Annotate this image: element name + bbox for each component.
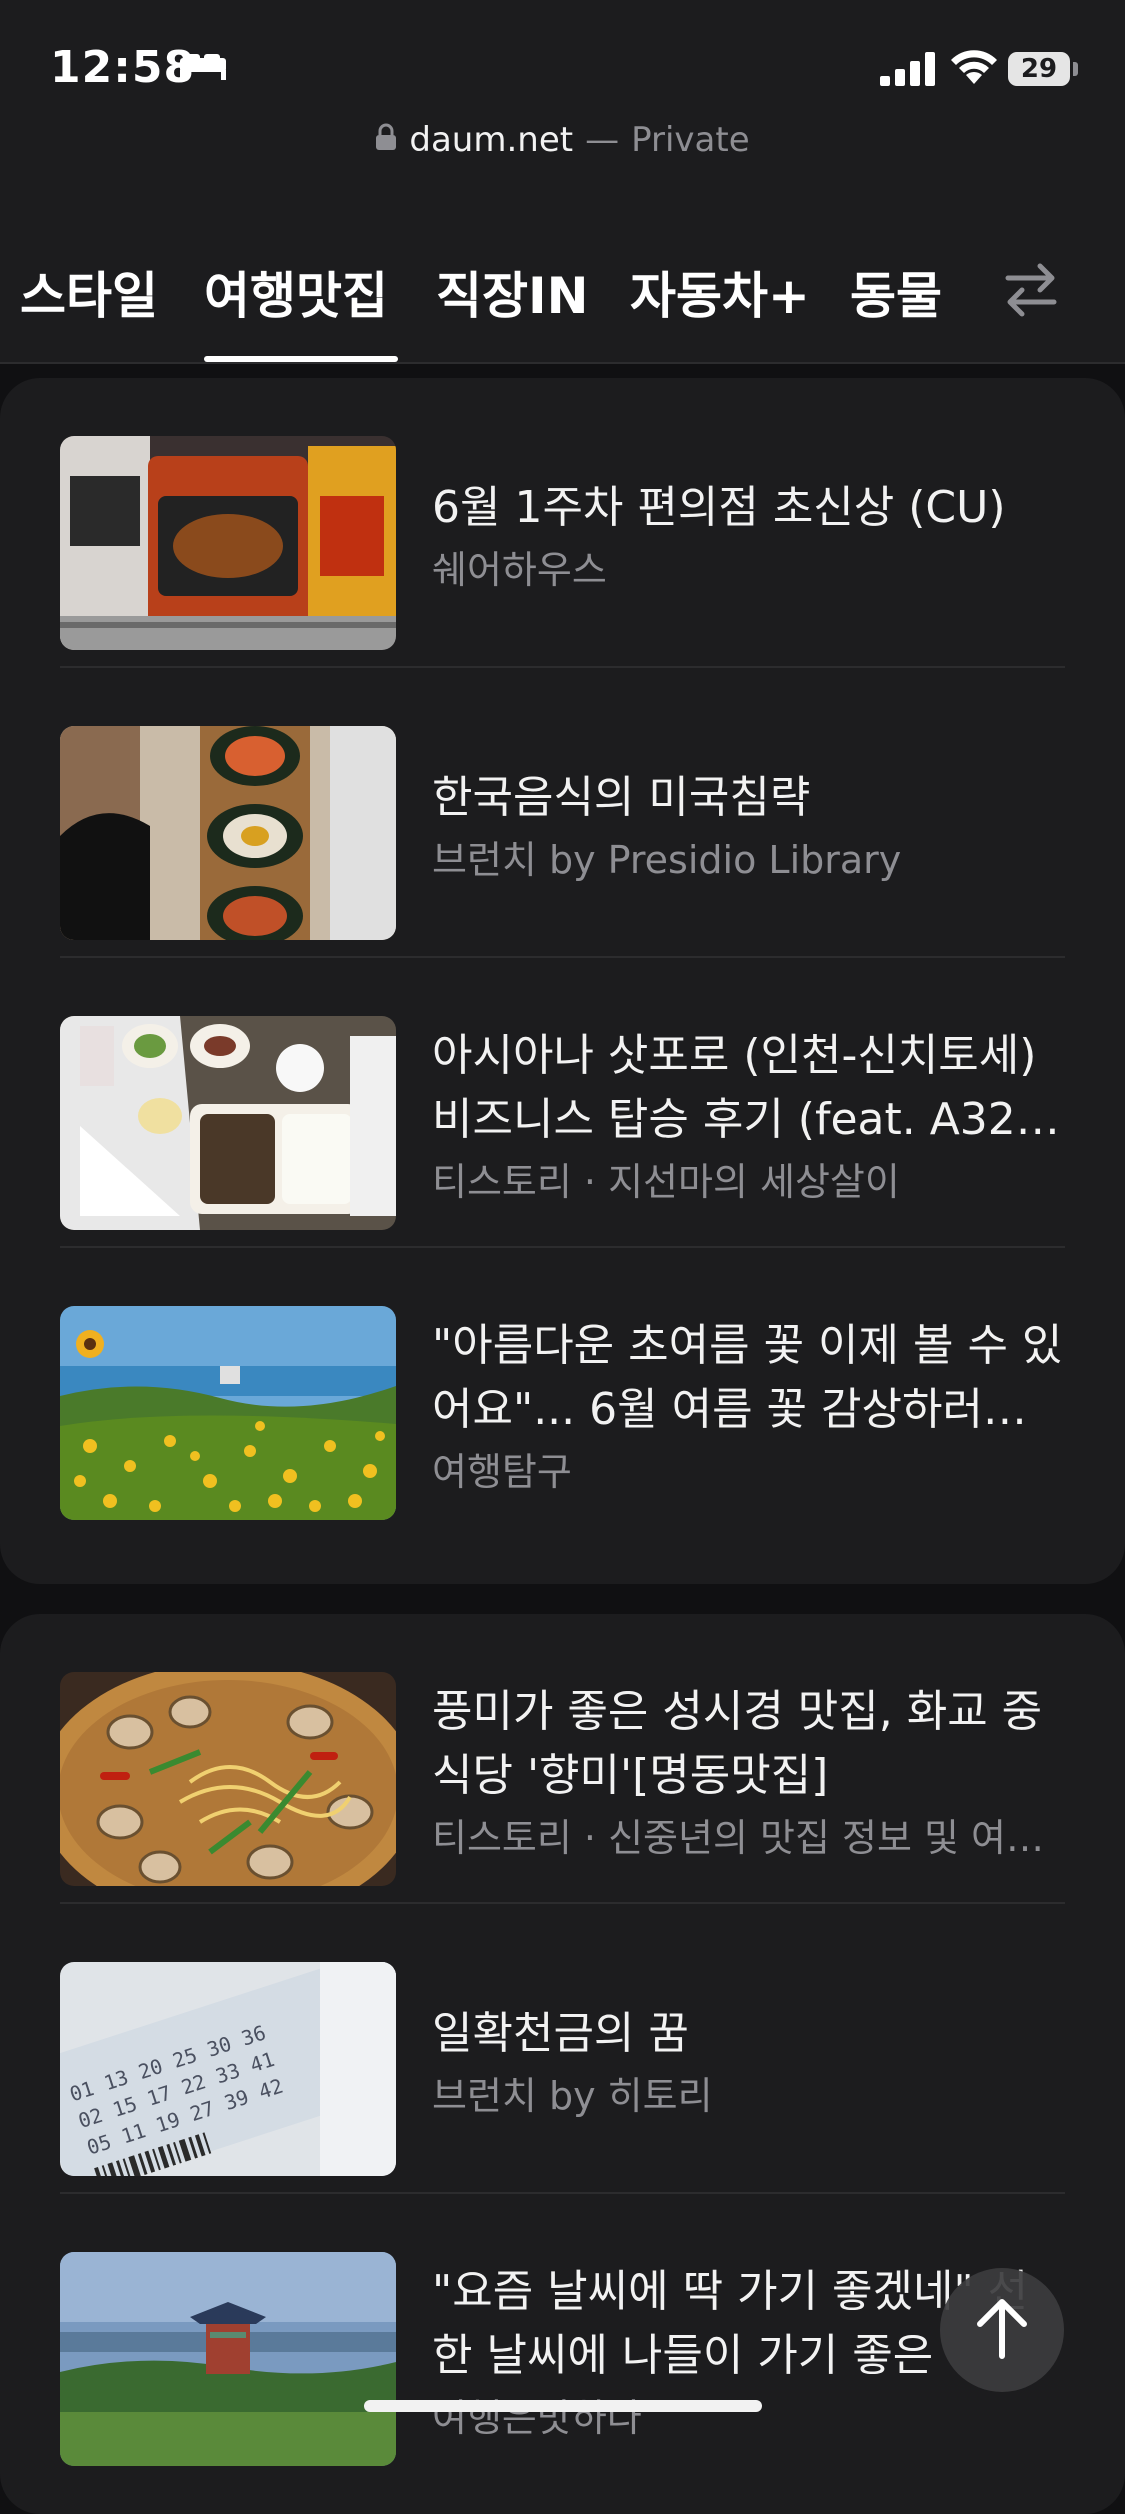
list-item[interactable]: "요즘 날씨에 딱 가기 좋겠네" 선한 날씨에 나들이 가기 좋은 여행은맛하… [60,2194,1065,2484]
home-indicator[interactable] [364,2400,762,2412]
list-item[interactable]: "아름다운 초여름 꽃 이제 볼 수 있어요"... 6월 여름 꽃 감상하러…… [60,1248,1065,1538]
list-item[interactable]: 01 13 20 25 30 36 02 15 17 22 33 41 05 1… [60,1904,1065,2194]
sleep-focus-icon [178,52,228,86]
item-source: 쉐어하우스 [432,548,607,592]
tab-style[interactable]: 스타일 [20,256,158,328]
tab-travel-food[interactable]: 여행맛집 [204,256,388,328]
scroll-to-top-button[interactable] [940,2268,1064,2392]
item-source: 브런치 by 히토리 [432,2074,713,2118]
thumbnail-lotto-ticket: 01 13 20 25 30 36 02 15 17 22 33 41 05 1… [60,1962,396,2176]
list-item[interactable]: 한국음식의 미국침략 브런치 by Presidio Library [60,668,1065,958]
thumbnail-convenience-store-bbq [60,436,396,650]
item-title: 풍미가 좋은 성시경 맛집, 화교 중식당 '향미'[명동맛집] [432,1686,1043,1801]
battery-indicator: 29 [1008,52,1070,86]
list-item[interactable]: 6월 1주차 편의점 초신상 (CU) 쉐어하우스 [60,378,1065,668]
wifi-icon [950,48,998,90]
item-source: 티스토리 · 신중년의 맛집 정보 및 여… [432,1816,1044,1860]
item-source: 여행은맛하다 [432,2396,642,2440]
item-title: "아름다운 초여름 꽃 이제 볼 수 있어요"... 6월 여름 꽃 감상하러… [432,1320,1063,1435]
url-domain: daum.net [409,120,574,160]
address-bar[interactable]: daum.net — Private [0,120,1125,190]
item-source: 브런치 by Presidio Library [432,838,902,882]
status-time: 12:58 [50,42,196,93]
status-bar: 12:58 29 [0,0,1125,120]
lock-icon [375,120,397,160]
thumbnail-kimbap [60,726,396,940]
active-tab-indicator [204,356,398,362]
item-title: 6월 1주차 편의점 초신상 (CU) [432,482,1006,533]
news-card-group-1: 6월 1주차 편의점 초신상 (CU) 쉐어하우스 한국음식의 미국침략 브런치… [0,378,1125,1584]
item-title: 한국음식의 미국침략 [432,772,811,823]
item-source: 티스토리 · 지선마의 세상살이 [432,1160,900,1204]
url-separator: — [585,120,620,160]
thumbnail-clam-noodles [60,1672,396,1886]
category-tab-bar: 스타일 여행맛집 직장IN 자동차+ 동물 [0,190,1125,364]
thumbnail-airline-meal [60,1016,396,1230]
item-title: 일확천금의 꿈 [432,2008,689,2059]
thumbnail-flower-field [60,1306,396,1520]
cellular-signal-icon [880,52,936,90]
item-source: 여행탐구 [432,1450,572,1494]
tab-car[interactable]: 자동차+ [630,256,810,328]
tab-animal[interactable]: 동물 [850,256,942,328]
list-item[interactable]: 풍미가 좋은 성시경 맛집, 화교 중식당 '향미'[명동맛집] 티스토리 · … [60,1614,1065,1904]
private-mode-label: Private [631,120,750,160]
list-item[interactable]: 아시아나 삿포로 (인천-신치토세) 비즈니스 탑승 후기 (feat. A32… [60,958,1065,1248]
tab-workplace[interactable]: 직장IN [436,256,588,328]
item-title: 아시아나 삿포로 (인천-신치토세) 비즈니스 탑승 후기 (feat. A32… [432,1030,1060,1145]
battery-nub [1073,62,1078,76]
arrow-up-icon [972,2296,1032,2364]
swap-arrows-icon[interactable] [1000,258,1062,324]
news-card-group-2: 풍미가 좋은 성시경 맛집, 화교 중식당 '향미'[명동맛집] 티스토리 · … [0,1614,1125,2514]
thumbnail-pavilion [60,2252,396,2466]
